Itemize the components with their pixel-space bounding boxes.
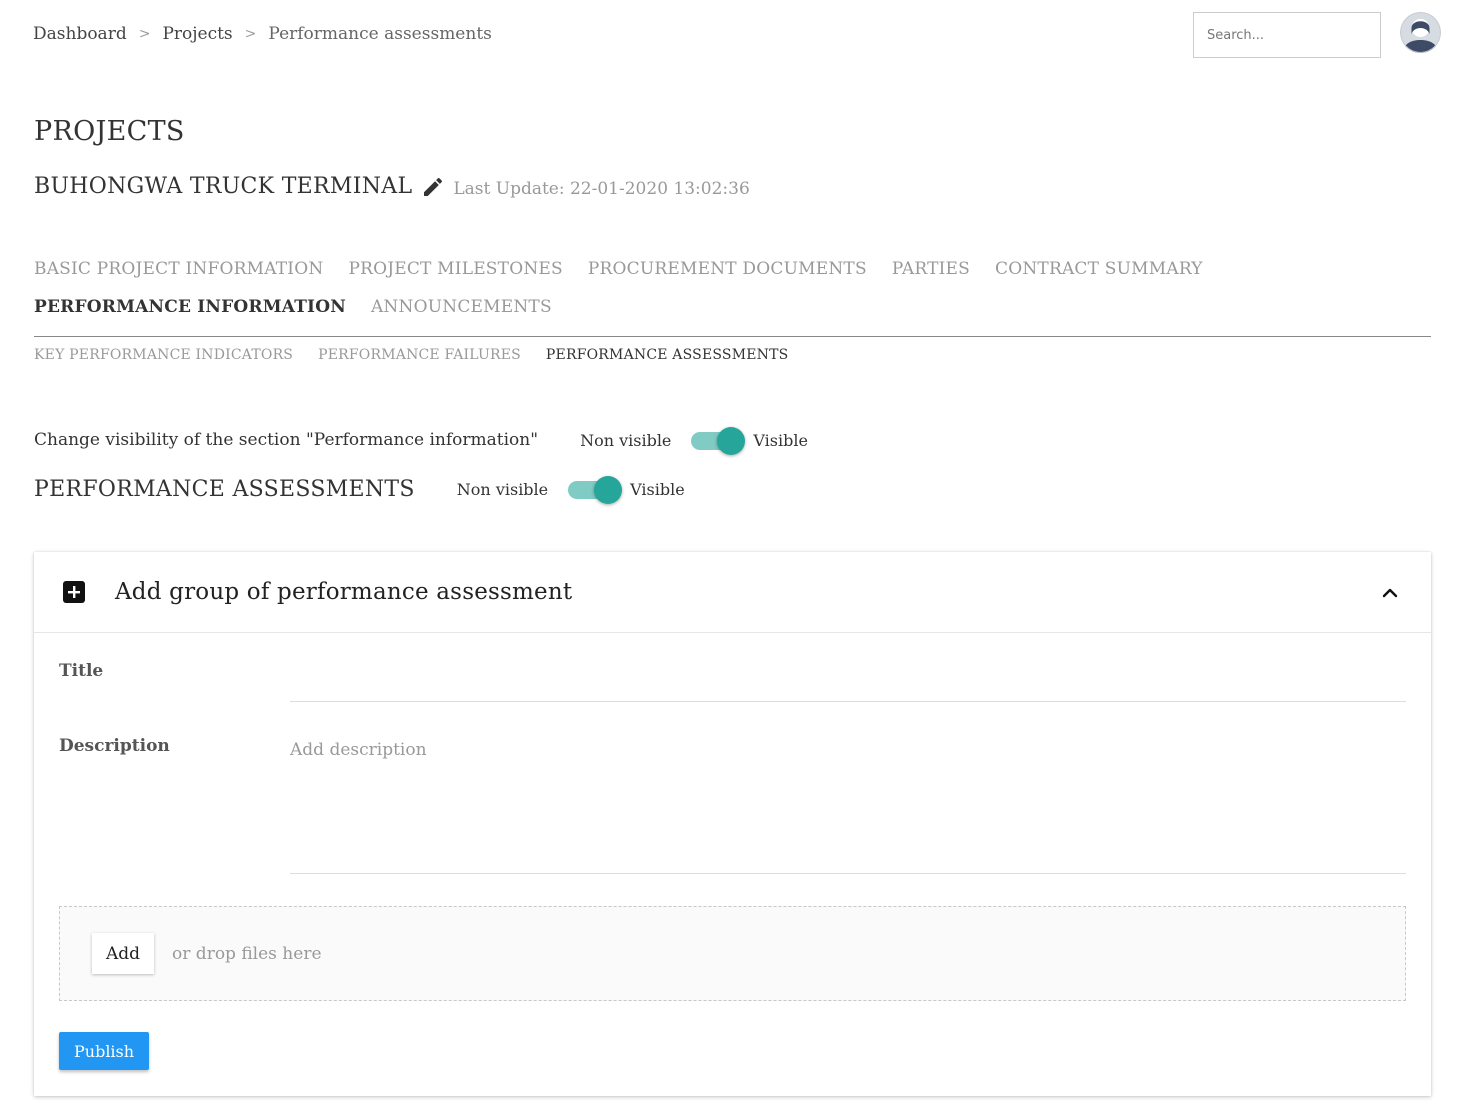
assessments-visibility-row: PERFORMANCE ASSESSMENTS Non visible Visi… [34, 473, 685, 505]
last-update: Last Update: 22-01-2020 13:02:36 [453, 178, 750, 199]
breadcrumb-separator: > [138, 26, 151, 42]
project-name: BUHONGWA TRUCK TERMINAL [34, 174, 413, 199]
main-tabs: BASIC PROJECT INFORMATION PROJECT MILEST… [34, 250, 1431, 337]
publish-button[interactable]: Publish [59, 1032, 150, 1070]
assessments-visibility-toggle[interactable] [566, 473, 623, 505]
project-header: BUHONGWA TRUCK TERMINAL Last Update: 22-… [34, 174, 750, 199]
page-title: PROJECTS [34, 116, 185, 147]
user-avatar-icon[interactable] [1400, 12, 1441, 53]
breadcrumb: Dashboard > Projects > Performance asses… [33, 24, 492, 44]
tab-parties[interactable]: PARTIES [892, 259, 970, 279]
breadcrumb-dashboard[interactable]: Dashboard [33, 24, 127, 44]
non-visible-label: Non visible [456, 479, 549, 499]
pencil-icon[interactable] [421, 175, 445, 199]
subtab-key-performance-indicators[interactable]: KEY PERFORMANCE INDICATORS [34, 347, 293, 363]
add-file-button[interactable]: Add [92, 933, 155, 974]
chevron-up-icon[interactable] [1379, 582, 1401, 604]
card-header[interactable]: Add group of performance assessment [34, 552, 1431, 633]
file-dropzone[interactable]: Add or drop files here [59, 906, 1406, 1001]
add-group-card: Add group of performance assessment Titl… [34, 552, 1431, 1096]
breadcrumb-projects[interactable]: Projects [162, 24, 232, 44]
section-heading: PERFORMANCE ASSESSMENTS [34, 476, 415, 502]
visible-label: Visible [753, 430, 808, 450]
card-title: Add group of performance assessment [115, 579, 573, 605]
description-field[interactable] [290, 740, 1406, 874]
sub-tabs: KEY PERFORMANCE INDICATORS PERFORMANCE F… [34, 347, 813, 363]
search-input[interactable] [1193, 12, 1381, 58]
subtab-performance-failures[interactable]: PERFORMANCE FAILURES [318, 347, 521, 363]
tab-performance-information[interactable]: PERFORMANCE INFORMATION [34, 297, 346, 317]
tab-project-milestones[interactable]: PROJECT MILESTONES [348, 259, 562, 279]
section-visibility-row: Change visibility of the section "Perfor… [34, 424, 808, 456]
description-label: Description [59, 736, 170, 756]
drop-hint: or drop files here [172, 943, 322, 964]
tab-announcements[interactable]: ANNOUNCEMENTS [371, 297, 552, 317]
tab-procurement-documents[interactable]: PROCUREMENT DOCUMENTS [588, 259, 867, 279]
tab-basic-project-information[interactable]: BASIC PROJECT INFORMATION [34, 259, 323, 279]
section-visibility-toggle[interactable] [689, 424, 746, 456]
plus-box-icon [62, 580, 86, 604]
title-field[interactable] [290, 662, 1406, 702]
non-visible-label: Non visible [580, 430, 672, 450]
breadcrumb-current: Performance assessments [268, 24, 492, 44]
visible-label: Visible [630, 479, 685, 499]
toggle-knob [594, 476, 623, 504]
title-label: Title [59, 661, 104, 681]
tab-contract-summary[interactable]: CONTRACT SUMMARY [995, 259, 1203, 279]
subtab-performance-assessments[interactable]: PERFORMANCE ASSESSMENTS [546, 347, 789, 363]
breadcrumb-separator: > [244, 26, 257, 42]
section-visibility-label: Change visibility of the section "Perfor… [34, 430, 539, 450]
toggle-knob [717, 427, 746, 455]
